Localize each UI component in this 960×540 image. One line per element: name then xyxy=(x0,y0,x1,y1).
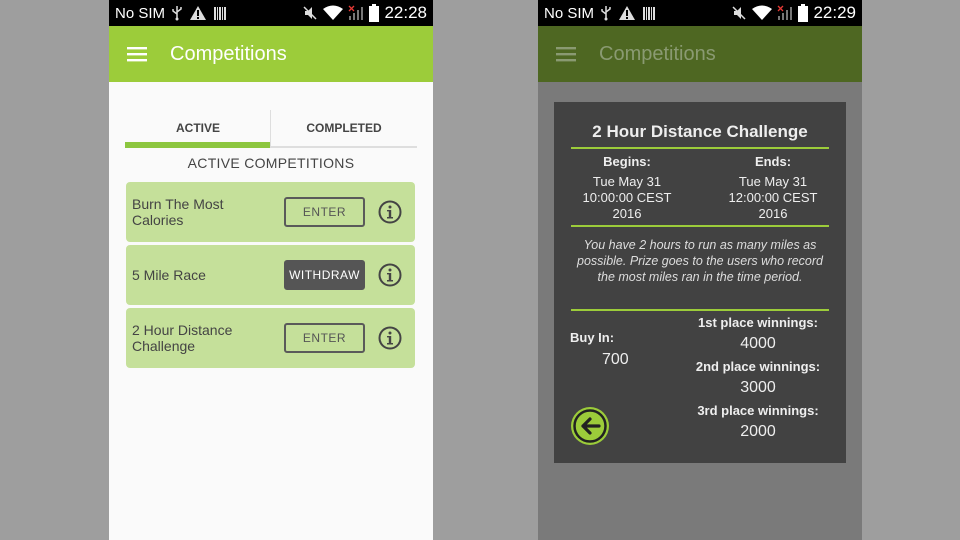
prize-label: 3rd place winnings: xyxy=(697,403,819,418)
ends-block: Ends: Tue May 31 12:00:00 CEST 2016 xyxy=(700,154,846,222)
begins-value: Tue May 31 10:00:00 CEST 2016 xyxy=(582,174,672,221)
page-title: Competitions xyxy=(170,42,287,65)
clock: 22:29 xyxy=(813,3,856,22)
buy-in-value: 700 xyxy=(602,351,629,368)
carrier-label: No SIM xyxy=(544,4,595,22)
prize-item: 1st place winnings: 4000 xyxy=(680,315,836,359)
status-bar: No SIM 22:29 xyxy=(538,0,862,26)
page-title: Competitions xyxy=(599,42,716,65)
battery-icon xyxy=(369,0,380,26)
warning-icon xyxy=(189,0,207,26)
ends-value: Tue May 31 12:00:00 CEST 2016 xyxy=(728,174,818,221)
prize-label: 2nd place winnings: xyxy=(695,359,821,374)
prize-label: 1st place winnings: xyxy=(698,315,818,330)
divider xyxy=(571,147,829,149)
section-title: ACTIVE COMPETITIONS xyxy=(187,155,355,171)
menu-icon xyxy=(538,26,594,82)
right-screen: No SIM 22:29 Competitions 2 Hour Distanc… xyxy=(538,0,862,540)
signal-icon xyxy=(348,0,364,26)
barcode-icon xyxy=(642,0,656,26)
mute-icon xyxy=(302,0,318,26)
enter-button[interactable]: ENTER xyxy=(284,197,365,227)
battery-icon xyxy=(798,0,809,26)
prize-list: 1st place winnings: 4000 2nd place winni… xyxy=(680,315,836,447)
competition-detail-dialog: 2 Hour Distance Challenge Begins: Tue Ma… xyxy=(554,102,846,463)
info-icon[interactable] xyxy=(378,263,402,287)
warning-icon xyxy=(618,0,636,26)
status-bar: No SIM 22:28 xyxy=(109,0,433,26)
info-icon[interactable] xyxy=(378,200,402,224)
prize-value: 4000 xyxy=(740,335,776,352)
prize-item: 2nd place winnings: 3000 xyxy=(680,359,836,403)
buy-in-block: Buy In: 700 xyxy=(570,330,660,369)
tab-completed[interactable]: COMPLETED xyxy=(271,110,417,146)
mute-icon xyxy=(731,0,747,26)
divider xyxy=(571,309,829,311)
signal-icon xyxy=(777,0,793,26)
begins-label: Begins: xyxy=(603,154,651,169)
date-range: Begins: Tue May 31 10:00:00 CEST 2016 En… xyxy=(554,154,846,222)
app-bar: Competitions xyxy=(538,26,862,82)
competition-name: Burn The Most Calories xyxy=(132,196,224,228)
tab-active[interactable]: ACTIVE xyxy=(125,110,271,148)
list-item[interactable]: 2 Hour Distance Challenge ENTER xyxy=(126,308,415,368)
carrier-label: No SIM xyxy=(115,4,166,22)
buy-in-label: Buy In: xyxy=(570,330,615,345)
competition-list: Burn The Most Calories ENTER 5 Mile Race… xyxy=(126,182,415,371)
left-screen: No SIM 22:28 Competitions ACTIVE COMPLET… xyxy=(109,0,433,540)
prize-value: 3000 xyxy=(740,379,776,396)
dialog-title: 2 Hour Distance Challenge xyxy=(592,122,808,141)
wifi-icon xyxy=(323,0,344,26)
tab-bar: ACTIVE COMPLETED xyxy=(125,110,417,148)
barcode-icon xyxy=(213,0,227,26)
info-icon[interactable] xyxy=(378,326,402,350)
divider xyxy=(571,225,829,227)
enter-button[interactable]: ENTER xyxy=(284,323,365,353)
ends-label: Ends: xyxy=(754,154,792,169)
app-bar: Competitions xyxy=(109,26,433,82)
usb-icon xyxy=(600,0,612,26)
competition-name: 2 Hour Distance Challenge xyxy=(132,322,233,354)
tab-divider xyxy=(270,110,271,148)
withdraw-button[interactable]: WITHDRAW xyxy=(284,260,365,290)
list-item[interactable]: 5 Mile Race WITHDRAW xyxy=(126,245,415,305)
begins-block: Begins: Tue May 31 10:00:00 CEST 2016 xyxy=(554,154,700,222)
list-item[interactable]: Burn The Most Calories ENTER xyxy=(126,182,415,242)
competition-description: You have 2 hours to run as many miles as… xyxy=(577,238,823,284)
prize-item: 3rd place winnings: 2000 xyxy=(680,403,836,447)
usb-icon xyxy=(171,0,183,26)
back-arrow-icon[interactable] xyxy=(570,406,610,446)
clock: 22:28 xyxy=(384,3,427,22)
competition-name: 5 Mile Race xyxy=(132,267,206,283)
prize-value: 2000 xyxy=(740,423,776,440)
menu-icon[interactable] xyxy=(109,26,165,82)
wifi-icon xyxy=(752,0,773,26)
